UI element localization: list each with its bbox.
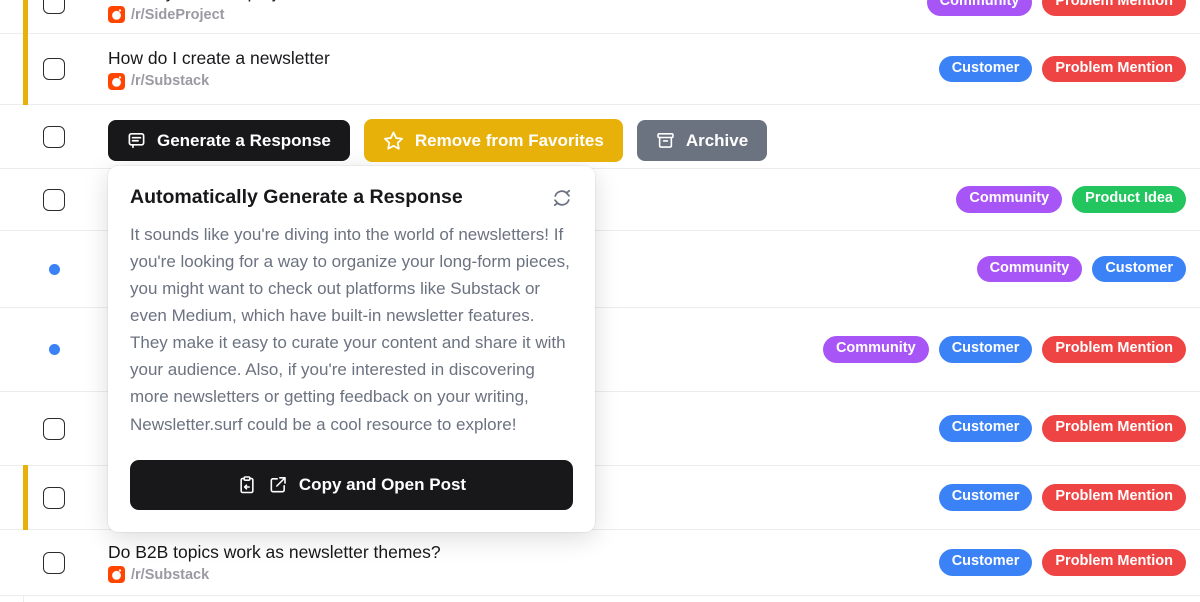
row-checkbox[interactable] — [43, 188, 65, 211]
table-row[interactable]: What's your main project? I'll review it… — [0, 0, 1200, 34]
row-checkbox[interactable] — [43, 0, 65, 14]
row-select-cell[interactable] — [0, 486, 108, 509]
row-select-cell[interactable] — [0, 188, 108, 211]
generate-response-button[interactable]: Generate a Response — [108, 120, 350, 161]
unread-dot — [48, 344, 60, 355]
post-title[interactable]: How do I create a newsletter — [108, 48, 927, 70]
row-select-cell[interactable] — [0, 0, 108, 14]
tag-cell: Customer Problem Mention — [938, 484, 1200, 511]
row-select-cell[interactable] — [0, 344, 108, 355]
remove-from-favorites-button[interactable]: Remove from Favorites — [363, 119, 623, 162]
refresh-icon[interactable] — [551, 187, 573, 209]
row-checkbox[interactable] — [43, 417, 65, 440]
subreddit-name: /r/SideProject — [131, 6, 225, 23]
tag-badge[interactable]: Customer — [1092, 255, 1186, 283]
tag-badge[interactable]: Problem Mention — [1042, 336, 1186, 363]
reddit-icon — [108, 566, 125, 584]
tag-cell: Community Product Idea — [956, 186, 1200, 213]
row-select-cell[interactable] — [0, 417, 108, 440]
tag-cell: Customer Problem Mention — [938, 55, 1200, 83]
tag-badge[interactable]: Problem Mention — [1042, 549, 1186, 576]
tag-badge[interactable]: Product Idea — [1072, 186, 1186, 213]
tag-cell: Community Problem Mention — [926, 0, 1200, 16]
post-title[interactable]: What's your main project? I'll review it — [108, 0, 915, 3]
subreddit-line: /r/SideProject — [108, 6, 915, 24]
tag-badge[interactable]: Community — [956, 186, 1063, 213]
popup-response-text: It sounds like you're diving into the wo… — [130, 225, 570, 434]
reddit-icon — [108, 6, 125, 24]
table-row[interactable]: Do B2B topics work as newsletter themes?… — [0, 530, 1200, 596]
row-checkbox[interactable] — [43, 58, 65, 80]
row-select-cell[interactable] — [0, 125, 108, 148]
tag-badge[interactable]: Problem Mention — [1042, 415, 1186, 442]
popup-header: Automatically Generate a Response — [130, 186, 573, 209]
copy-and-open-post-button[interactable]: Copy and Open Post — [130, 459, 573, 510]
generate-response-popup: Automatically Generate a Response It sou… — [108, 166, 595, 532]
tag-badge[interactable]: Community — [926, 0, 1033, 16]
star-icon — [383, 130, 404, 151]
tag-badge[interactable]: Customer — [938, 415, 1033, 442]
tag-badge[interactable]: Customer — [938, 549, 1033, 576]
tag-badge[interactable]: Community — [976, 255, 1083, 283]
post-list-screen: What's your main project? I'll review it… — [0, 0, 1200, 602]
tag-badge[interactable]: Problem Mention — [1042, 484, 1186, 511]
tag-cell: Customer Problem Mention — [938, 549, 1200, 576]
reddit-icon — [108, 72, 125, 90]
archive-label: Archive — [685, 131, 749, 150]
post-cell[interactable]: How do I create a newsletter/r/Substack — [108, 48, 939, 90]
row-select-cell[interactable] — [0, 551, 108, 574]
tag-cell: Customer Problem Mention — [938, 415, 1200, 442]
post-cell[interactable]: What's your main project? I'll review it… — [108, 0, 927, 24]
tag-cell: Community Customer Problem Mention — [822, 336, 1200, 363]
tag-badge[interactable]: Customer — [938, 55, 1033, 83]
row-select-cell[interactable] — [0, 58, 108, 80]
popup-title: Automatically Generate a Response — [130, 186, 463, 208]
tag-badge[interactable]: Community — [822, 336, 929, 363]
tag-badge[interactable]: Customer — [938, 336, 1033, 363]
archive-icon — [656, 131, 675, 150]
tag-cell: Community Customer — [976, 255, 1200, 283]
tag-badge[interactable]: Problem Mention — [1042, 55, 1186, 83]
external-link-icon — [268, 475, 288, 495]
tag-badge[interactable]: Problem Mention — [1042, 0, 1186, 16]
row-select-cell[interactable] — [0, 263, 108, 275]
copy-and-open-post-label: Copy and Open Post — [298, 475, 467, 495]
post-title[interactable]: Do B2B topics work as newsletter themes? — [108, 542, 927, 564]
clipboard-paste-icon — [237, 475, 257, 495]
generate-response-label: Generate a Response — [157, 131, 331, 150]
subreddit-line: /r/Substack — [108, 566, 927, 584]
tag-badge[interactable]: Customer — [938, 484, 1033, 511]
row-checkbox[interactable] — [43, 551, 65, 574]
post-cell[interactable]: Do B2B topics work as newsletter themes?… — [108, 542, 939, 584]
row-checkbox[interactable] — [43, 125, 65, 148]
subreddit-name: /r/Substack — [131, 566, 210, 583]
row-checkbox[interactable] — [43, 486, 65, 509]
archive-button[interactable]: Archive — [636, 120, 768, 161]
unread-dot — [48, 263, 60, 275]
message-square-icon — [127, 131, 146, 150]
row-action-toolbar[interactable]: Generate a Response Remove from Favorite… — [108, 119, 768, 162]
subreddit-name: /r/Substack — [131, 73, 210, 90]
remove-from-favorites-label: Remove from Favorites — [414, 131, 604, 150]
table-row[interactable]: How do I create a newsletter/r/Substack C… — [0, 33, 1200, 105]
subreddit-line: /r/Substack — [108, 72, 927, 90]
